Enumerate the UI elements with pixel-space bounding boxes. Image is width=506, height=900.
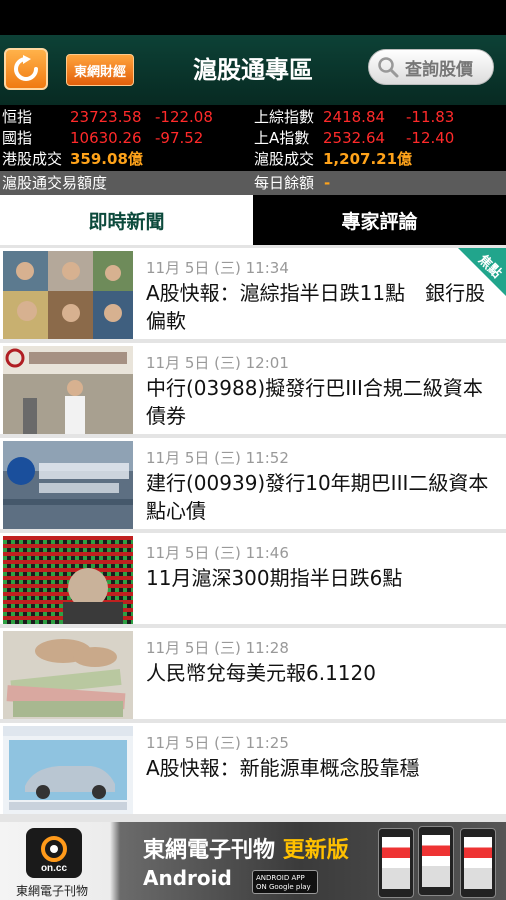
ad-title-main: 東網電子刊物 bbox=[143, 838, 276, 863]
news-list: 11月 5日 (三) 11:34 A股快報：滬綜指半日跌11點 銀行股偏軟 焦點… bbox=[0, 245, 506, 822]
phone-image bbox=[378, 828, 414, 898]
news-thumbnail bbox=[3, 441, 133, 529]
sh-turnover-label: 滬股成交 bbox=[254, 150, 315, 168]
news-title: 建行(00939)發行10年期巴III二級資本點心債 bbox=[146, 471, 489, 523]
news-item[interactable]: 11月 5日 (三) 12:01 中行(03988)擬發行巴III合規二級資本債… bbox=[0, 343, 506, 434]
news-thumbnail bbox=[3, 726, 133, 814]
phone-image bbox=[418, 826, 454, 896]
news-thumbnail bbox=[3, 631, 133, 719]
google-play-badge[interactable]: ANDROID APP ON Google play bbox=[252, 870, 318, 894]
app-header: 東網財經 滬股通專區 查詢股價 bbox=[0, 35, 506, 105]
news-title: 11月滬深300期指半日跌6點 bbox=[146, 566, 403, 590]
tab-expert-comments[interactable]: 專家評論 bbox=[253, 195, 506, 245]
news-time: 11月 5日 (三) 11:52 bbox=[146, 449, 289, 467]
ticker-row-1: 恒指 23723.58 -122.08 上綜指數 2418.84 -11.83 bbox=[0, 107, 506, 128]
news-title: 人民幣兌每美元報6.1120 bbox=[146, 661, 376, 685]
news-time: 11月 5日 (三) 11:25 bbox=[146, 734, 289, 752]
hscei-value: 10630.26 bbox=[70, 129, 142, 147]
ad-logo-caption: 東網電子刊物 bbox=[16, 884, 89, 898]
news-title: 中行(03988)擬發行巴III合規二級資本債券 bbox=[146, 376, 483, 428]
hsi-value: 23723.58 bbox=[70, 108, 142, 126]
news-time: 11月 5日 (三) 11:28 bbox=[146, 639, 289, 657]
phone-image bbox=[460, 828, 496, 898]
news-title: A股快報：新能源車概念股靠穩 bbox=[146, 756, 420, 780]
news-item[interactable]: 11月 5日 (三) 11:25 A股快報：新能源車概念股靠穩 bbox=[0, 723, 506, 814]
sci-change: -11.83 bbox=[406, 108, 455, 126]
quota-bar: 滬股通交易額度 每日餘額 - bbox=[0, 171, 506, 195]
quota-label: 滬股通交易額度 bbox=[2, 174, 108, 192]
news-thumbnail bbox=[3, 251, 133, 339]
search-label: 查詢股價 bbox=[405, 59, 473, 80]
ad-platform: Android bbox=[143, 866, 232, 890]
news-time: 11月 5日 (三) 11:34 bbox=[146, 259, 289, 277]
hk-turnover-value: 359.08億 bbox=[70, 150, 143, 168]
news-thumbnail bbox=[3, 346, 133, 434]
hsi-change: -122.08 bbox=[155, 108, 213, 126]
search-icon bbox=[378, 57, 399, 78]
daily-balance-label: 每日餘額 bbox=[254, 174, 315, 192]
tab-bar: 即時新聞 專家評論 bbox=[0, 195, 506, 245]
sai-label: 上A指數 bbox=[254, 129, 310, 147]
oncc-logo-text: on.cc bbox=[41, 863, 68, 873]
ad-title-highlight: 更新版 bbox=[282, 838, 349, 863]
news-title: A股快報：滬綜指半日跌11點 銀行股偏軟 bbox=[146, 281, 486, 333]
status-bar bbox=[0, 0, 506, 35]
ad-title: 東網電子刊物 更新版 bbox=[143, 832, 349, 864]
stock-search-button[interactable]: 查詢股價 bbox=[368, 49, 494, 85]
hscei-change: -97.52 bbox=[155, 129, 204, 147]
news-item[interactable]: 11月 5日 (三) 11:46 11月滬深300期指半日跌6點 bbox=[0, 533, 506, 624]
ad-banner[interactable]: on.cc 東網電子刊物 東網電子刊物 更新版 Android ANDROID … bbox=[0, 822, 506, 900]
sai-change: -12.40 bbox=[406, 129, 455, 147]
news-time: 11月 5日 (三) 12:01 bbox=[146, 354, 289, 372]
refresh-button[interactable] bbox=[4, 48, 48, 90]
oncc-logo: on.cc bbox=[26, 828, 82, 878]
ticker-row-2: 國指 10630.26 -97.52 上A指數 2532.64 -12.40 bbox=[0, 128, 506, 149]
news-time: 11月 5日 (三) 11:46 bbox=[146, 544, 289, 562]
featured-badge: 焦點 bbox=[458, 248, 506, 296]
sci-value: 2418.84 bbox=[323, 108, 386, 126]
news-item[interactable]: 11月 5日 (三) 11:34 A股快報：滬綜指半日跌11點 銀行股偏軟 焦點 bbox=[0, 248, 506, 339]
sai-value: 2532.64 bbox=[323, 129, 386, 147]
hsi-label: 恒指 bbox=[2, 108, 33, 126]
ticker-row-3: 港股成交 359.08億 滬股成交 1,207.21億 bbox=[0, 149, 506, 170]
tab-instant-news[interactable]: 即時新聞 bbox=[0, 195, 253, 245]
news-item[interactable]: 11月 5日 (三) 11:28 人民幣兌每美元報6.1120 bbox=[0, 628, 506, 719]
market-ticker: 恒指 23723.58 -122.08 上綜指數 2418.84 -11.83 … bbox=[0, 105, 506, 171]
refresh-icon bbox=[14, 55, 38, 81]
daily-balance-value: - bbox=[324, 174, 331, 192]
sh-turnover-value: 1,207.21億 bbox=[323, 150, 413, 168]
brand-button[interactable]: 東網財經 bbox=[66, 54, 134, 86]
sci-label: 上綜指數 bbox=[254, 108, 315, 126]
news-thumbnail bbox=[3, 536, 133, 624]
page-title: 滬股通專區 bbox=[193, 56, 313, 84]
news-item[interactable]: 11月 5日 (三) 11:52 建行(00939)發行10年期巴III二級資本… bbox=[0, 438, 506, 529]
hk-turnover-label: 港股成交 bbox=[2, 150, 63, 168]
hscei-label: 國指 bbox=[2, 129, 33, 147]
